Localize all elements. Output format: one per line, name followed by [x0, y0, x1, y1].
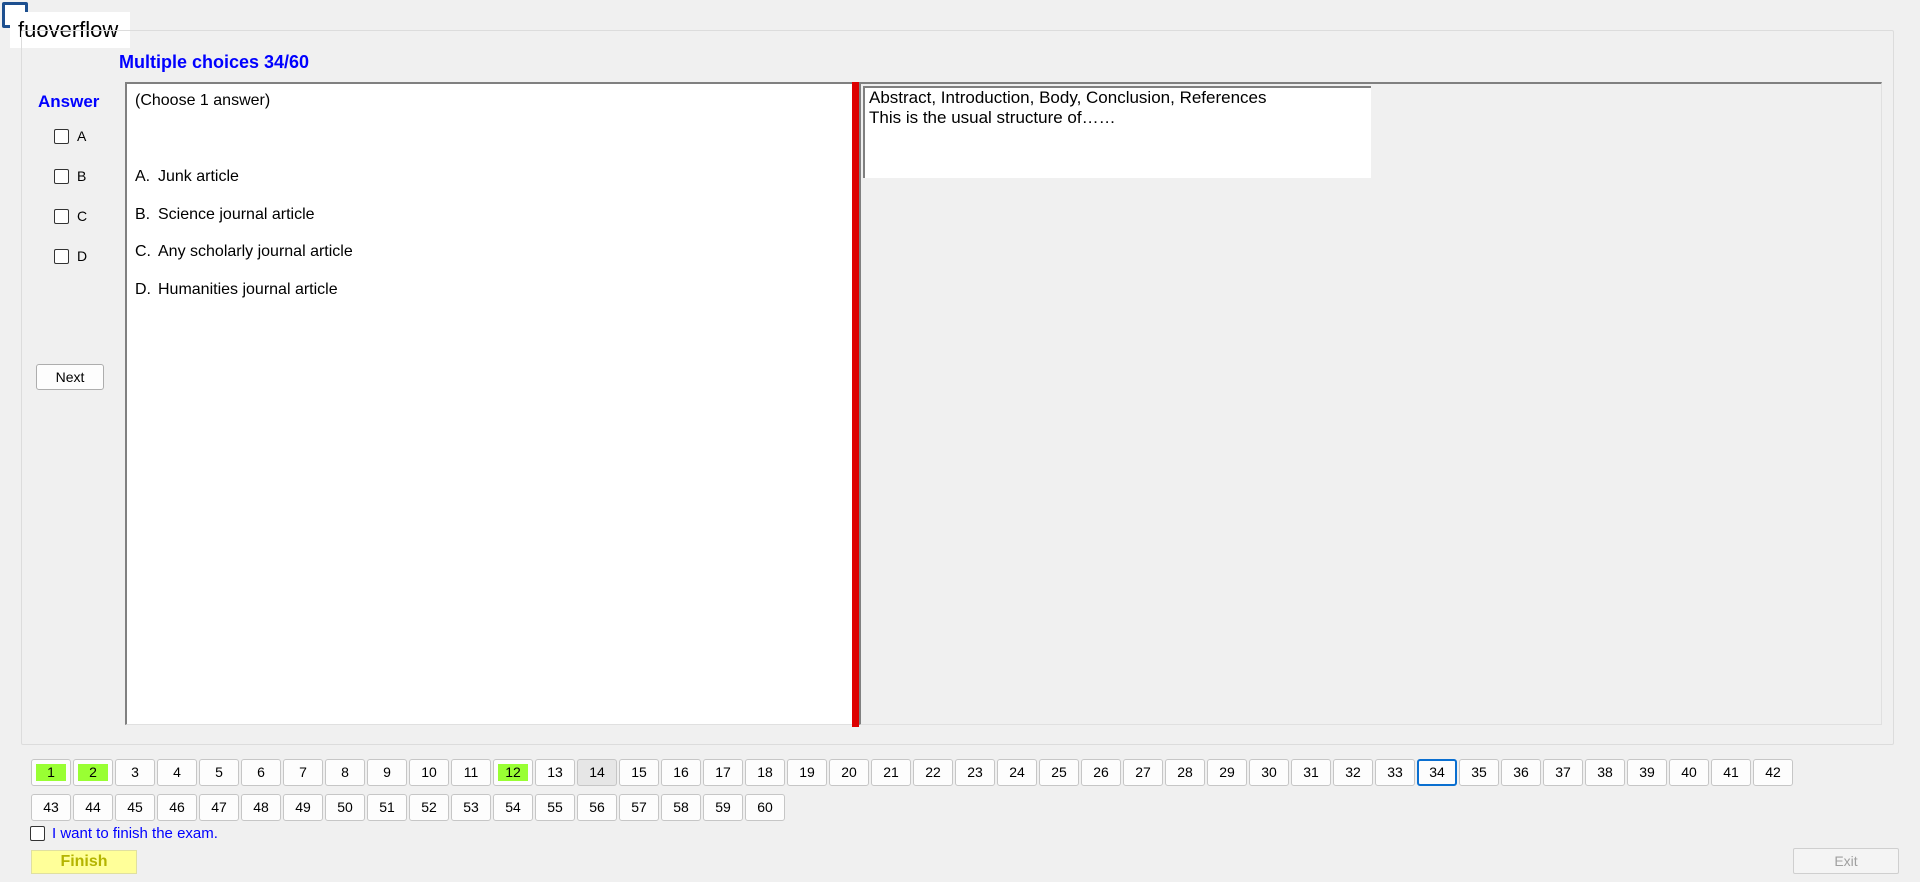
- answer-label: Answer: [38, 92, 100, 111]
- question-nav-button[interactable]: 52: [409, 794, 449, 821]
- question-content-panel: Abstract, Introduction, Body, Conclusion…: [859, 82, 1882, 725]
- question-nav-button[interactable]: 25: [1039, 759, 1079, 786]
- choice-b: B. Science journal article: [135, 206, 315, 223]
- question-nav-button[interactable]: 60: [745, 794, 785, 821]
- answer-option-label: B: [77, 168, 87, 184]
- question-nav-button[interactable]: 29: [1207, 759, 1247, 786]
- finish-exam-label: I want to finish the exam.: [52, 824, 218, 842]
- question-nav-button[interactable]: 30: [1249, 759, 1289, 786]
- question-nav-button[interactable]: 51: [367, 794, 407, 821]
- question-nav-button[interactable]: 11: [451, 759, 491, 786]
- question-nav-button[interactable]: 34: [1417, 759, 1457, 786]
- question-nav-button[interactable]: 9: [367, 759, 407, 786]
- question-nav-button[interactable]: 55: [535, 794, 575, 821]
- question-nav-button[interactable]: 47: [199, 794, 239, 821]
- question-nav-button[interactable]: 4: [157, 759, 197, 786]
- question-nav-button[interactable]: 15: [619, 759, 659, 786]
- question-nav-button[interactable]: 13: [535, 759, 575, 786]
- answer-a-checkbox[interactable]: [54, 128, 69, 144]
- question-nav-button[interactable]: 24: [997, 759, 1037, 786]
- choose-hint: (Choose 1 answer): [135, 92, 271, 109]
- answer-option-label: A: [77, 128, 87, 144]
- question-nav-button[interactable]: 31: [1291, 759, 1331, 786]
- question-nav-row-1: 1 2 3 4 5 6 7 8 9 10 11 12 13 14 15 16 17 18 19 20 21 22 23 24 2…: [31, 759, 1793, 786]
- question-nav-button[interactable]: 39: [1627, 759, 1667, 786]
- choices-panel: (Choose 1 answer) A. Junk article B. Scien…: [125, 82, 853, 725]
- question-nav-button[interactable]: 49: [283, 794, 323, 821]
- answer-option-d[interactable]: D: [54, 246, 87, 266]
- answer-option-label: D: [77, 248, 88, 264]
- question-nav-button[interactable]: 35: [1459, 759, 1499, 786]
- question-nav-button[interactable]: 56: [577, 794, 617, 821]
- finish-button[interactable]: Finish: [31, 850, 137, 874]
- choice-d: D. Humanities journal article: [135, 281, 338, 298]
- question-nav-button[interactable]: 43: [31, 794, 71, 821]
- question-nav-button[interactable]: 27: [1123, 759, 1163, 786]
- question-nav-button[interactable]: 1: [31, 759, 71, 786]
- question-nav-button[interactable]: 53: [451, 794, 491, 821]
- choice-c: C. Any scholarly journal article: [135, 243, 353, 260]
- panel-splitter[interactable]: [852, 82, 859, 727]
- question-nav-button[interactable]: 40: [1669, 759, 1709, 786]
- question-nav-button[interactable]: 48: [241, 794, 281, 821]
- question-nav-button[interactable]: 22: [913, 759, 953, 786]
- question-nav-button[interactable]: 33: [1375, 759, 1415, 786]
- finish-exam-checkbox[interactable]: [30, 825, 45, 841]
- question-nav-button[interactable]: 57: [619, 794, 659, 821]
- question-nav-button[interactable]: 21: [871, 759, 911, 786]
- question-nav-button[interactable]: 6: [241, 759, 281, 786]
- answer-d-checkbox[interactable]: [54, 248, 69, 264]
- question-text-line: This is the usual structure of……: [869, 108, 1116, 127]
- question-text: Abstract, Introduction, Body, Conclusion…: [863, 86, 1371, 178]
- next-button[interactable]: Next: [36, 364, 104, 390]
- answer-c-checkbox[interactable]: [54, 208, 69, 224]
- question-nav-button[interactable]: 26: [1081, 759, 1121, 786]
- question-nav-button[interactable]: 18: [745, 759, 785, 786]
- answer-option-b[interactable]: B: [54, 166, 86, 186]
- answer-option-c[interactable]: C: [54, 206, 87, 226]
- question-nav-button[interactable]: 20: [829, 759, 869, 786]
- question-nav-button[interactable]: 10: [409, 759, 449, 786]
- question-nav-button[interactable]: 50: [325, 794, 365, 821]
- question-nav-button[interactable]: 12: [493, 759, 533, 786]
- question-nav-button[interactable]: 14: [577, 759, 617, 786]
- question-text-line: Abstract, Introduction, Body, Conclusion…: [869, 88, 1267, 107]
- question-nav-button[interactable]: 2: [73, 759, 113, 786]
- question-nav-button[interactable]: 37: [1543, 759, 1583, 786]
- answer-b-checkbox[interactable]: [54, 168, 69, 184]
- question-nav-button[interactable]: 45: [115, 794, 155, 821]
- question-nav-button[interactable]: 54: [493, 794, 533, 821]
- question-nav-button[interactable]: 3: [115, 759, 155, 786]
- question-nav-button[interactable]: 44: [73, 794, 113, 821]
- question-nav-button[interactable]: 16: [661, 759, 701, 786]
- question-nav-button[interactable]: 42: [1753, 759, 1793, 786]
- question-nav-button[interactable]: 38: [1585, 759, 1625, 786]
- question-nav-button[interactable]: 36: [1501, 759, 1541, 786]
- question-nav-button[interactable]: 8: [325, 759, 365, 786]
- question-nav-button[interactable]: 23: [955, 759, 995, 786]
- question-nav-button[interactable]: 5: [199, 759, 239, 786]
- question-nav-row-2: 43 44 45 46 47 48 49 50 51 52 53 54 55 56 57 58 59 60: [31, 794, 785, 821]
- question-nav-button[interactable]: 17: [703, 759, 743, 786]
- question-nav-button[interactable]: 28: [1165, 759, 1205, 786]
- exit-button[interactable]: Exit: [1793, 848, 1899, 874]
- question-nav-button[interactable]: 59: [703, 794, 743, 821]
- answer-option-a[interactable]: A: [54, 126, 86, 146]
- page-title: Multiple choices 34/60: [119, 52, 310, 72]
- question-nav-button[interactable]: 58: [661, 794, 701, 821]
- answer-option-label: C: [77, 208, 88, 224]
- choice-a: A. Junk article: [135, 168, 239, 185]
- question-nav-button[interactable]: 41: [1711, 759, 1751, 786]
- question-nav-button[interactable]: 32: [1333, 759, 1373, 786]
- finish-exam-option[interactable]: I want to finish the exam.: [30, 824, 218, 842]
- question-nav-button[interactable]: 7: [283, 759, 323, 786]
- question-nav-button[interactable]: 46: [157, 794, 197, 821]
- question-nav-button[interactable]: 19: [787, 759, 827, 786]
